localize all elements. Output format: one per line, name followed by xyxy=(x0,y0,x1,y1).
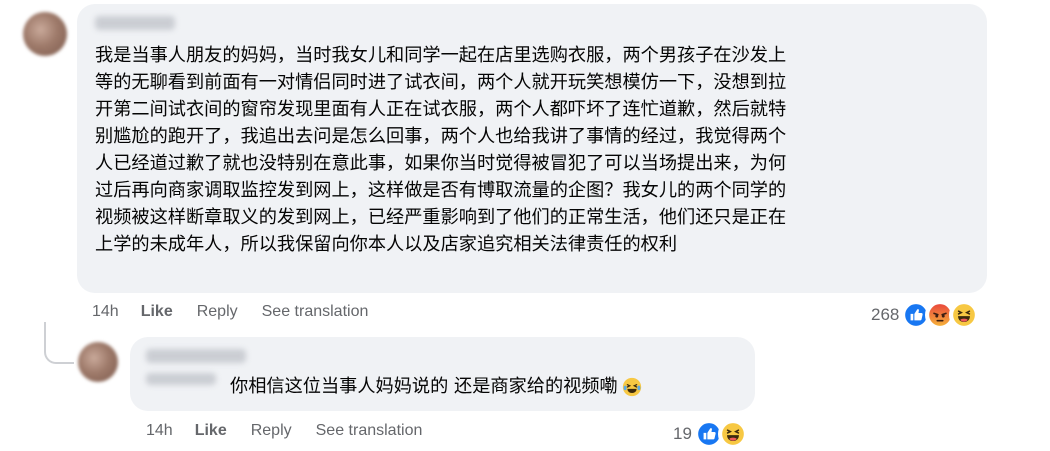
reply-like-button[interactable]: Like xyxy=(195,422,227,440)
reply-bubble: 你相信这位当事人妈妈说的 还是商家给的视频嘞 xyxy=(130,337,755,411)
commenter-avatar[interactable] xyxy=(23,12,67,56)
reply-reply-button[interactable]: Reply xyxy=(251,422,292,440)
reaction-summary[interactable]: 268 xyxy=(871,300,980,330)
reply-reaction-summary[interactable]: 19 xyxy=(673,419,748,449)
reply-actions: 14h Like Reply See translation xyxy=(146,422,446,440)
like-button[interactable]: Like xyxy=(141,303,173,321)
comment-text: 我是当事人朋友的妈妈，当时我女儿和同学一起在店里选购衣服，两个男孩子在沙发上 等… xyxy=(95,42,786,258)
comment-line: 上学的未成年人，所以我保留向你本人以及店家追究相关法律责任的权利 xyxy=(95,234,678,255)
comment-actions: 14h Like Reply See translation xyxy=(92,303,392,321)
reaction-count: 268 xyxy=(871,305,900,324)
reply-commenter-avatar[interactable] xyxy=(78,342,118,382)
comment-line: 视频被这样断章取义的发到网上，已经严重影响到了他们的正常生活，他们还只是正在 xyxy=(95,207,787,228)
comment-line: 过后再向商家调取监控发到网上，这样做是否有博取流量的企图？我女儿的两个同学的 xyxy=(95,180,787,201)
see-translation-link[interactable]: See translation xyxy=(262,303,369,321)
comment-line: 别尴尬的跑开了，我追出去问是怎么回事，两个人也给我讲了事情的经过，我觉得两个 xyxy=(95,126,787,147)
comment-line: 等的无聊看到前面有一对情侣同时进了试衣间，两个人就开玩笑想模仿一下，没想到拉 xyxy=(95,72,787,93)
reply-text-content: 你相信这位当事人妈妈说的 还是商家给的视频嘞 xyxy=(230,376,618,397)
haha-icon xyxy=(949,300,980,330)
reply-button[interactable]: Reply xyxy=(197,303,238,321)
reply-see-translation-link[interactable]: See translation xyxy=(316,422,423,440)
comment-line: 人已经道过歉了就也没特别在意此事，如果你当时觉得被冒犯了可以当场提出来，为何 xyxy=(95,153,787,174)
reply-text: 你相信这位当事人妈妈说的 还是商家给的视频嘞 xyxy=(230,373,643,400)
laughing-tears-emoji xyxy=(622,377,641,396)
reply-timestamp[interactable]: 14h xyxy=(146,422,173,440)
comment-timestamp[interactable]: 14h xyxy=(92,303,119,321)
reply-commenter-name-blurred[interactable] xyxy=(146,349,246,363)
comment-line: 开第二间试衣间的窗帘发现里面有人正在试衣服，两个人都吓坏了连忙道歉，然后就特 xyxy=(95,99,787,120)
comment-line: 我是当事人朋友的妈妈，当时我女儿和同学一起在店里选购衣服，两个男孩子在沙发上 xyxy=(95,45,787,66)
haha-icon xyxy=(717,419,748,449)
reply-reaction-count: 19 xyxy=(673,424,692,443)
commenter-name-blurred[interactable] xyxy=(95,16,175,30)
reply-commenter-subtitle-blurred xyxy=(146,373,216,385)
reply-thread-connector xyxy=(44,322,74,364)
comment-bubble: 我是当事人朋友的妈妈，当时我女儿和同学一起在店里选购衣服，两个男孩子在沙发上 等… xyxy=(77,4,987,293)
